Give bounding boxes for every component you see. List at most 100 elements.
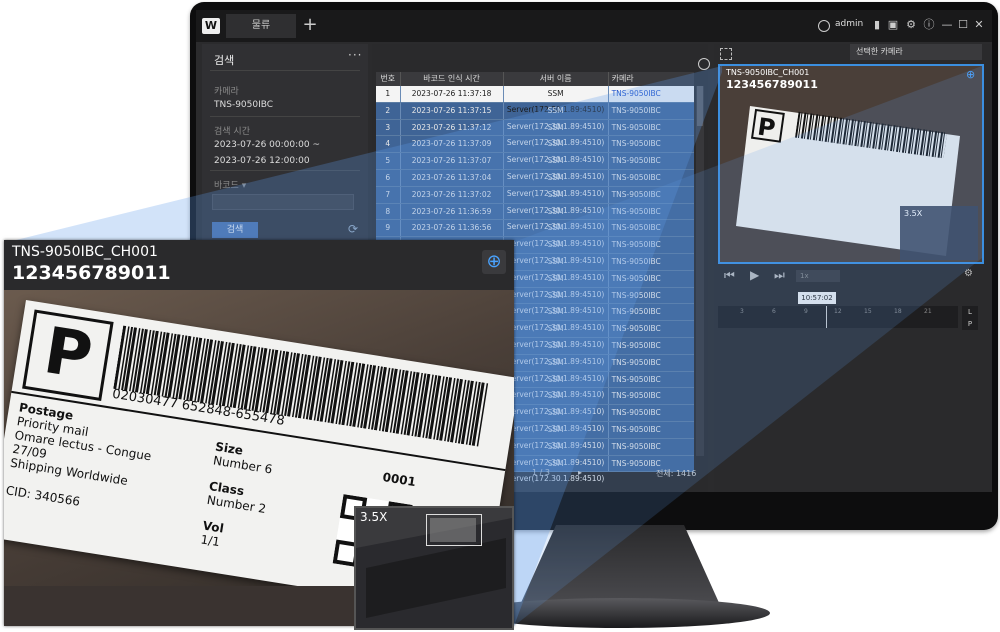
row-camera: TNS-9050IBC [611,256,661,266]
enlarged-camera-name: TNS-9050IBC_CH001 [12,244,158,260]
row-time: 2023-07-26 11:37:12 [401,119,504,136]
lock-icon[interactable]: ▣ [886,17,900,33]
pip-viewport[interactable] [426,514,482,546]
shipping-text: Shipping Worldwide [9,455,129,489]
row-camera: TNS-9050IBC [611,290,661,300]
timeline-tick: 6 [772,308,776,315]
play-icon[interactable]: ▶ [750,268,759,282]
row-server: SSM Server(172.30.1.89:4510) [504,220,609,248]
timeline-settings-icon[interactable]: ⚙ [964,268,973,279]
row-number: 5 [376,153,401,169]
minimize-icon[interactable]: — [940,17,954,33]
row-server: SSM Server(172.30.1.89:4510) [504,304,609,332]
close-icon[interactable]: ✕ [972,17,986,33]
row-server: SSM Server(172.30.1.89:4510) [504,136,609,164]
scrollbar-thumb[interactable] [697,86,703,126]
row-camera: TNS-9050IBC [611,307,661,317]
add-tab-button[interactable]: + [300,16,320,36]
camera-select[interactable]: 선택한 카메라 [850,44,982,60]
size-value: Number 6 [212,453,274,477]
table-row[interactable]: 2 2023-07-26 11:37:15 SSM Server(172.30.1.… [376,102,694,131]
table-row[interactable]: 4 2023-07-26 11:37:09 SSM Server(172.30.1.… [376,136,694,164]
search-title: 검색 [214,54,235,67]
next-icon[interactable]: ⏭ [774,268,785,283]
row-server: SSM Server(172.30.1.89:4510) [504,102,609,131]
table-scrollbar[interactable] [696,86,704,456]
row-camera: TNS-9050IBC [611,206,661,216]
row-camera: TNS-9050IBC [611,122,661,132]
current-time: 10:57:02 [798,292,836,304]
barcode-input[interactable] [212,194,354,210]
row-server: SSM Server(172.30.1.89:4510) [504,203,609,231]
barcode-readout: 123456789011 [726,78,818,91]
layout-toggle[interactable]: L P [962,306,978,330]
more-options-icon[interactable]: ··· [348,48,362,62]
pagination: 1 / 3 [532,468,550,477]
timeline-tick: 21 [924,308,932,315]
refresh-icon[interactable]: ⟳ [348,222,358,236]
enlarged-barcode-readout: 123456789011 [12,262,171,284]
table-row[interactable]: 3 2023-07-26 11:37:12 SSM Server(172.30.1.… [376,119,694,147]
label-code: 0001 [381,470,417,490]
picture-in-picture[interactable]: 3.5X [354,506,514,630]
table-row[interactable]: 9 2023-07-26 11:36:56 SSM Server(172.30.1.… [376,220,694,248]
table-row[interactable]: 1 2023-07-26 11:37:18 SSM Server(172.30.1.… [376,86,694,114]
column-header-server[interactable]: 서버 이름 [504,72,609,86]
row-camera: TNS-9050IBC [611,424,661,434]
row-server: SSM Server(172.30.1.89:4510) [504,321,609,349]
timeline-tick: 12 [834,308,842,315]
row-server: SSM Server(172.30.1.89:4510) [504,287,609,315]
user-name[interactable]: admin [835,19,863,29]
previous-icon[interactable]: ⏮ [724,268,735,283]
camera-label: 카메라 [214,87,239,97]
search-time-from[interactable]: 2023-07-26 00:00:00 ~ [214,140,320,150]
maximize-icon[interactable]: ☐ [956,17,970,33]
search-button[interactable]: 검색 [212,222,258,238]
timeline-tick: 15 [864,308,872,315]
column-header-number[interactable]: 번호 [376,72,401,86]
column-header-time[interactable]: 바코드 인식 시간 [401,72,504,86]
row-camera: TNS-9050IBC [611,441,661,451]
search-time-to[interactable]: 2023-07-26 12:00:00 [214,156,310,166]
camera-view[interactable]: P 3.5X TNS-9050IBC_CH001 123456789011 ⊕ [718,64,984,264]
tab-logistics[interactable]: 물류 [226,14,296,38]
table-row[interactable]: 5 2023-07-26 11:37:07 SSM Server(172.30.1.… [376,153,694,181]
row-number: 9 [376,220,401,237]
barcode-label[interactable]: 바코드 ▾ [214,178,246,191]
monitor-stand-neck [520,525,720,605]
table-row[interactable]: 7 2023-07-26 11:37:02 SSM Server(172.30.1.… [376,186,694,215]
row-time: 2023-07-26 11:37:04 [401,169,504,186]
row-camera: TNS-9050IBC [611,357,661,367]
info-icon[interactable]: ⓘ [922,17,936,33]
zoom-in-icon[interactable]: ⊕ [482,250,506,274]
row-camera: TNS-9050IBC [611,139,661,149]
divider [210,116,360,117]
fullscreen-icon[interactable] [720,48,732,60]
camera-value[interactable]: TNS-9050IBC [214,100,273,110]
gear-icon[interactable]: ⚙ [904,17,918,33]
layout-toggle-top[interactable]: L [962,306,978,318]
signal-icon[interactable]: ▮ [870,17,884,33]
table-row[interactable]: 8 2023-07-26 11:36:59 SSM Server(172.30.1.… [376,203,694,231]
pip-zoom-level: 3.5X [360,510,388,524]
camera-name: TNS-9050IBC_CH001 [726,68,810,77]
table-row[interactable]: 6 2023-07-26 11:37:04 SSM Server(172.30.1.… [376,169,694,198]
speed-input[interactable]: 1x [796,270,840,282]
row-time: 2023-07-26 11:37:09 [401,136,504,153]
row-server: SSM Server(172.30.1.89:4510) [504,405,609,433]
layout-toggle-bottom[interactable]: P [962,318,978,330]
row-server: SSM Server(172.30.1.89:4510) [504,421,609,450]
user-icon[interactable] [818,20,830,32]
timeline[interactable]: 3 6 9 12 15 18 21 [718,306,958,328]
timeline-cursor[interactable] [826,306,827,328]
divider [210,170,360,171]
row-camera: TNS-9050IBC [611,105,661,115]
next-page-button[interactable]: ▸ [578,468,582,477]
table-settings-icon[interactable] [698,58,710,70]
row-server: SSM Server(172.30.1.89:4510) [504,455,609,483]
zoom-icon[interactable]: ⊕ [966,68,975,81]
row-camera: TNS-9050IBC [611,391,661,401]
column-header-camera[interactable]: 카메라 [609,72,694,86]
timeline-tick: 18 [894,308,902,315]
playback-controls: ⏮ ▶ ⏭ 1x ⚙ [718,268,978,286]
